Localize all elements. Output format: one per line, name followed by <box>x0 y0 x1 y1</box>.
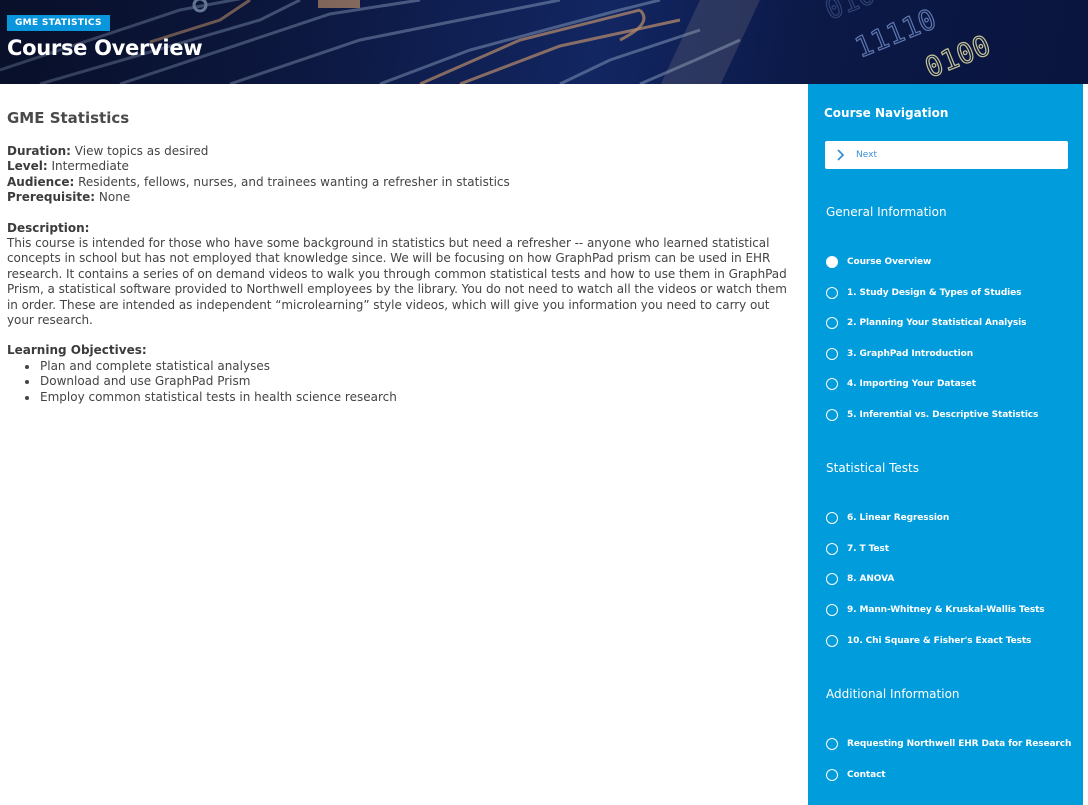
objective-item: Download and use GraphPad Prism <box>24 374 797 389</box>
objectives-label: Learning Objectives: <box>7 343 147 358</box>
nav-item-label: 5. Inferential vs. Descriptive Statistic… <box>847 410 1039 420</box>
nav-item-label: 8. ANOVA <box>847 574 895 584</box>
meta-level: Level: Intermediate <box>7 159 797 174</box>
circle-icon <box>826 378 838 390</box>
circle-icon <box>826 769 838 781</box>
description-section: Description: This course is intended for… <box>7 221 797 329</box>
objectives-list: Plan and complete statistical analyses D… <box>24 359 797 405</box>
nav-item-course-overview[interactable]: Course Overview <box>826 254 931 270</box>
meta-value: Residents, fellows, nurses, and trainees… <box>74 174 510 189</box>
circle-icon <box>826 635 838 647</box>
circle-icon <box>826 287 838 299</box>
group-title-statistical-tests: Statistical Tests <box>826 461 919 475</box>
nav-item-label: 9. Mann-Whitney & Kruskal-Wallis Tests <box>847 605 1045 615</box>
nav-item-anova[interactable]: 8. ANOVA <box>826 571 894 587</box>
nav-item-label: 2. Planning Your Statistical Analysis <box>847 318 1027 328</box>
circle-icon <box>826 317 838 329</box>
nav-item-mann-whitney[interactable]: 9. Mann-Whitney & Kruskal-Wallis Tests <box>826 602 1045 618</box>
chevron-right-icon <box>837 149 845 161</box>
circle-icon <box>826 512 838 524</box>
current-step-icon <box>826 256 838 268</box>
objectives-section: Learning Objectives: Plan and complete s… <box>7 343 797 405</box>
meta-duration: Duration: View topics as desired <box>7 144 797 159</box>
page-title: Course Overview <box>7 36 203 60</box>
course-heading: GME Statistics <box>7 109 130 127</box>
circle-icon <box>826 543 838 555</box>
nav-item-label: Course Overview <box>847 257 932 267</box>
nav-item-contact[interactable]: Contact <box>826 767 886 783</box>
nav-item-label: Requesting Northwell EHR Data for Resear… <box>847 739 1072 749</box>
meta-value: View topics as desired <box>70 144 209 158</box>
course-tag-badge: GME STATISTICS <box>7 15 110 31</box>
group-title-additional-information: Additional Information <box>826 687 960 701</box>
nav-item-planning-analysis[interactable]: 2. Planning Your Statistical Analysis <box>826 315 1027 331</box>
meta-label: Level: <box>7 159 48 174</box>
objective-item: Plan and complete statistical analyses <box>24 359 797 374</box>
nav-item-label: 1. Study Design & Types of Studies <box>847 288 1022 298</box>
group-title-general-information: General Information <box>826 205 947 219</box>
sidebar-title: Course Navigation <box>824 106 949 120</box>
objective-item: Employ common statistical tests in healt… <box>24 390 797 405</box>
nav-item-label: 3. GraphPad Introduction <box>847 349 974 359</box>
description-label: Description: <box>7 220 90 235</box>
nav-item-label: 10. Chi Square & Fisher's Exact Tests <box>847 636 1032 646</box>
meta-audience: Audience: Residents, fellows, nurses, an… <box>7 175 797 190</box>
nav-item-inferential-descriptive[interactable]: 5. Inferential vs. Descriptive Statistic… <box>826 407 1038 423</box>
nav-item-graphpad-intro[interactable]: 3. GraphPad Introduction <box>826 346 973 362</box>
circle-icon <box>826 348 838 360</box>
nav-item-requesting-ehr-data[interactable]: Requesting Northwell EHR Data for Resear… <box>826 736 1071 752</box>
nav-item-label: 7. T Test <box>847 544 889 554</box>
nav-item-label: 6. Linear Regression <box>847 513 950 523</box>
meta-label: Duration: <box>7 144 71 158</box>
next-button[interactable]: Next <box>825 141 1068 169</box>
course-navigation-sidebar: Course Navigation Next General Informati… <box>808 84 1083 805</box>
meta-label: Audience: <box>7 174 75 189</box>
nav-item-linear-regression[interactable]: 6. Linear Regression <box>826 510 949 526</box>
circle-icon <box>826 738 838 750</box>
nav-item-label: Contact <box>847 770 886 780</box>
nav-item-chi-square[interactable]: 10. Chi Square & Fisher's Exact Tests <box>826 633 1031 649</box>
nav-item-t-test[interactable]: 7. T Test <box>826 541 889 557</box>
circle-icon <box>826 573 838 585</box>
meta-value: None <box>95 190 131 205</box>
meta-label: Prerequisite: <box>7 190 96 205</box>
nav-item-importing-dataset[interactable]: 4. Importing Your Dataset <box>826 376 976 392</box>
circle-icon <box>826 604 838 616</box>
next-button-label: Next <box>856 150 877 160</box>
meta-value: Intermediate <box>47 159 129 174</box>
course-content: GME Statistics Duration: View topics as … <box>7 84 797 405</box>
header-banner: 11110 0100 010 GME STATISTICS Course Ove… <box>0 0 1088 84</box>
nav-item-label: 4. Importing Your Dataset <box>847 379 977 389</box>
nav-item-study-design[interactable]: 1. Study Design & Types of Studies <box>826 285 1022 301</box>
meta-prerequisite: Prerequisite: None <box>7 190 797 205</box>
course-meta: Duration: View topics as desired Level: … <box>7 144 797 206</box>
circle-icon <box>826 409 838 421</box>
description-text: This course is intended for those who ha… <box>7 236 787 328</box>
